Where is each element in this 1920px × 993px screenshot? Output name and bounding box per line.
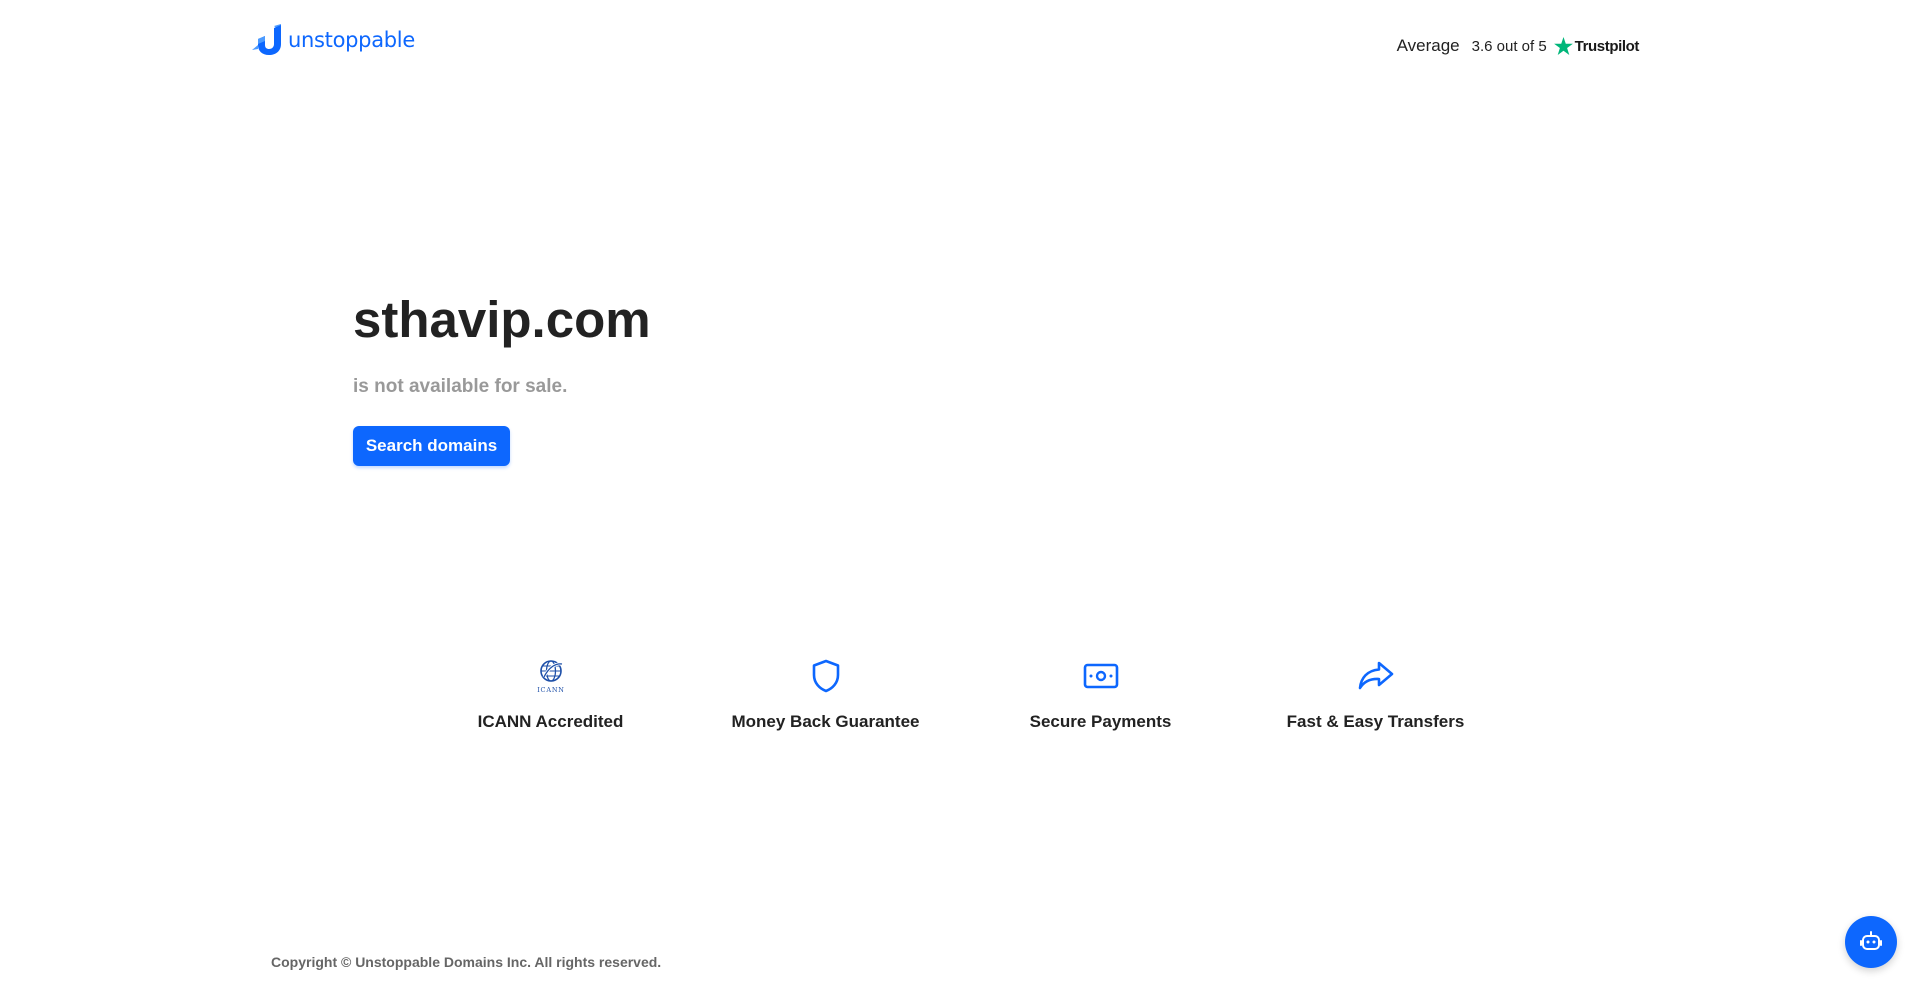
feature-label: Secure Payments [1029, 712, 1172, 731]
trustpilot-star-icon [1553, 37, 1573, 55]
feature-label: ICANN Accredited [477, 712, 624, 731]
rating-label: Average [1396, 36, 1460, 55]
rating-score: 3.6 out of 5 [1471, 37, 1547, 55]
feature-money-back: Money Back Guarantee [688, 656, 963, 732]
share-arrow-icon [1356, 656, 1396, 696]
icann-logo-text: ICANN [537, 686, 565, 694]
cash-icon [1081, 656, 1121, 696]
logo-wordmark: unstoppable [288, 28, 415, 52]
icann-logo-icon: ICANN [531, 656, 571, 696]
copyright-text: Copyright © Unstoppable Domains Inc. All… [271, 954, 662, 970]
trustpilot-rating[interactable]: Average 3.6 out of 5 Trustpilot [1397, 36, 1639, 56]
shield-icon [806, 656, 846, 696]
feature-transfers: Fast & Easy Transfers [1238, 656, 1513, 732]
page: unstoppable Average 3.6 out of 5 Trustpi… [0, 0, 1920, 993]
availability-status: is not available for sale. [353, 376, 568, 397]
search-domains-button[interactable]: Search domains [353, 426, 510, 466]
unstoppable-logo-icon [252, 24, 281, 55]
chat-assistant-button[interactable] [1845, 916, 1897, 968]
domain-title: sthavip.com [353, 291, 651, 348]
robot-icon [1860, 931, 1882, 950]
feature-label: Money Back Guarantee [731, 712, 920, 731]
trustpilot-brand: Trustpilot [1574, 37, 1640, 55]
feature-label: Fast & Easy Transfers [1286, 712, 1465, 731]
unstoppable-logo[interactable]: unstoppable [252, 24, 415, 56]
feature-secure-payments: Secure Payments [963, 656, 1238, 732]
feature-icann: ICANN ICANN Accredited [413, 656, 688, 732]
features-row: ICANN ICANN Accredited Money Back Guaran… [413, 656, 1513, 732]
